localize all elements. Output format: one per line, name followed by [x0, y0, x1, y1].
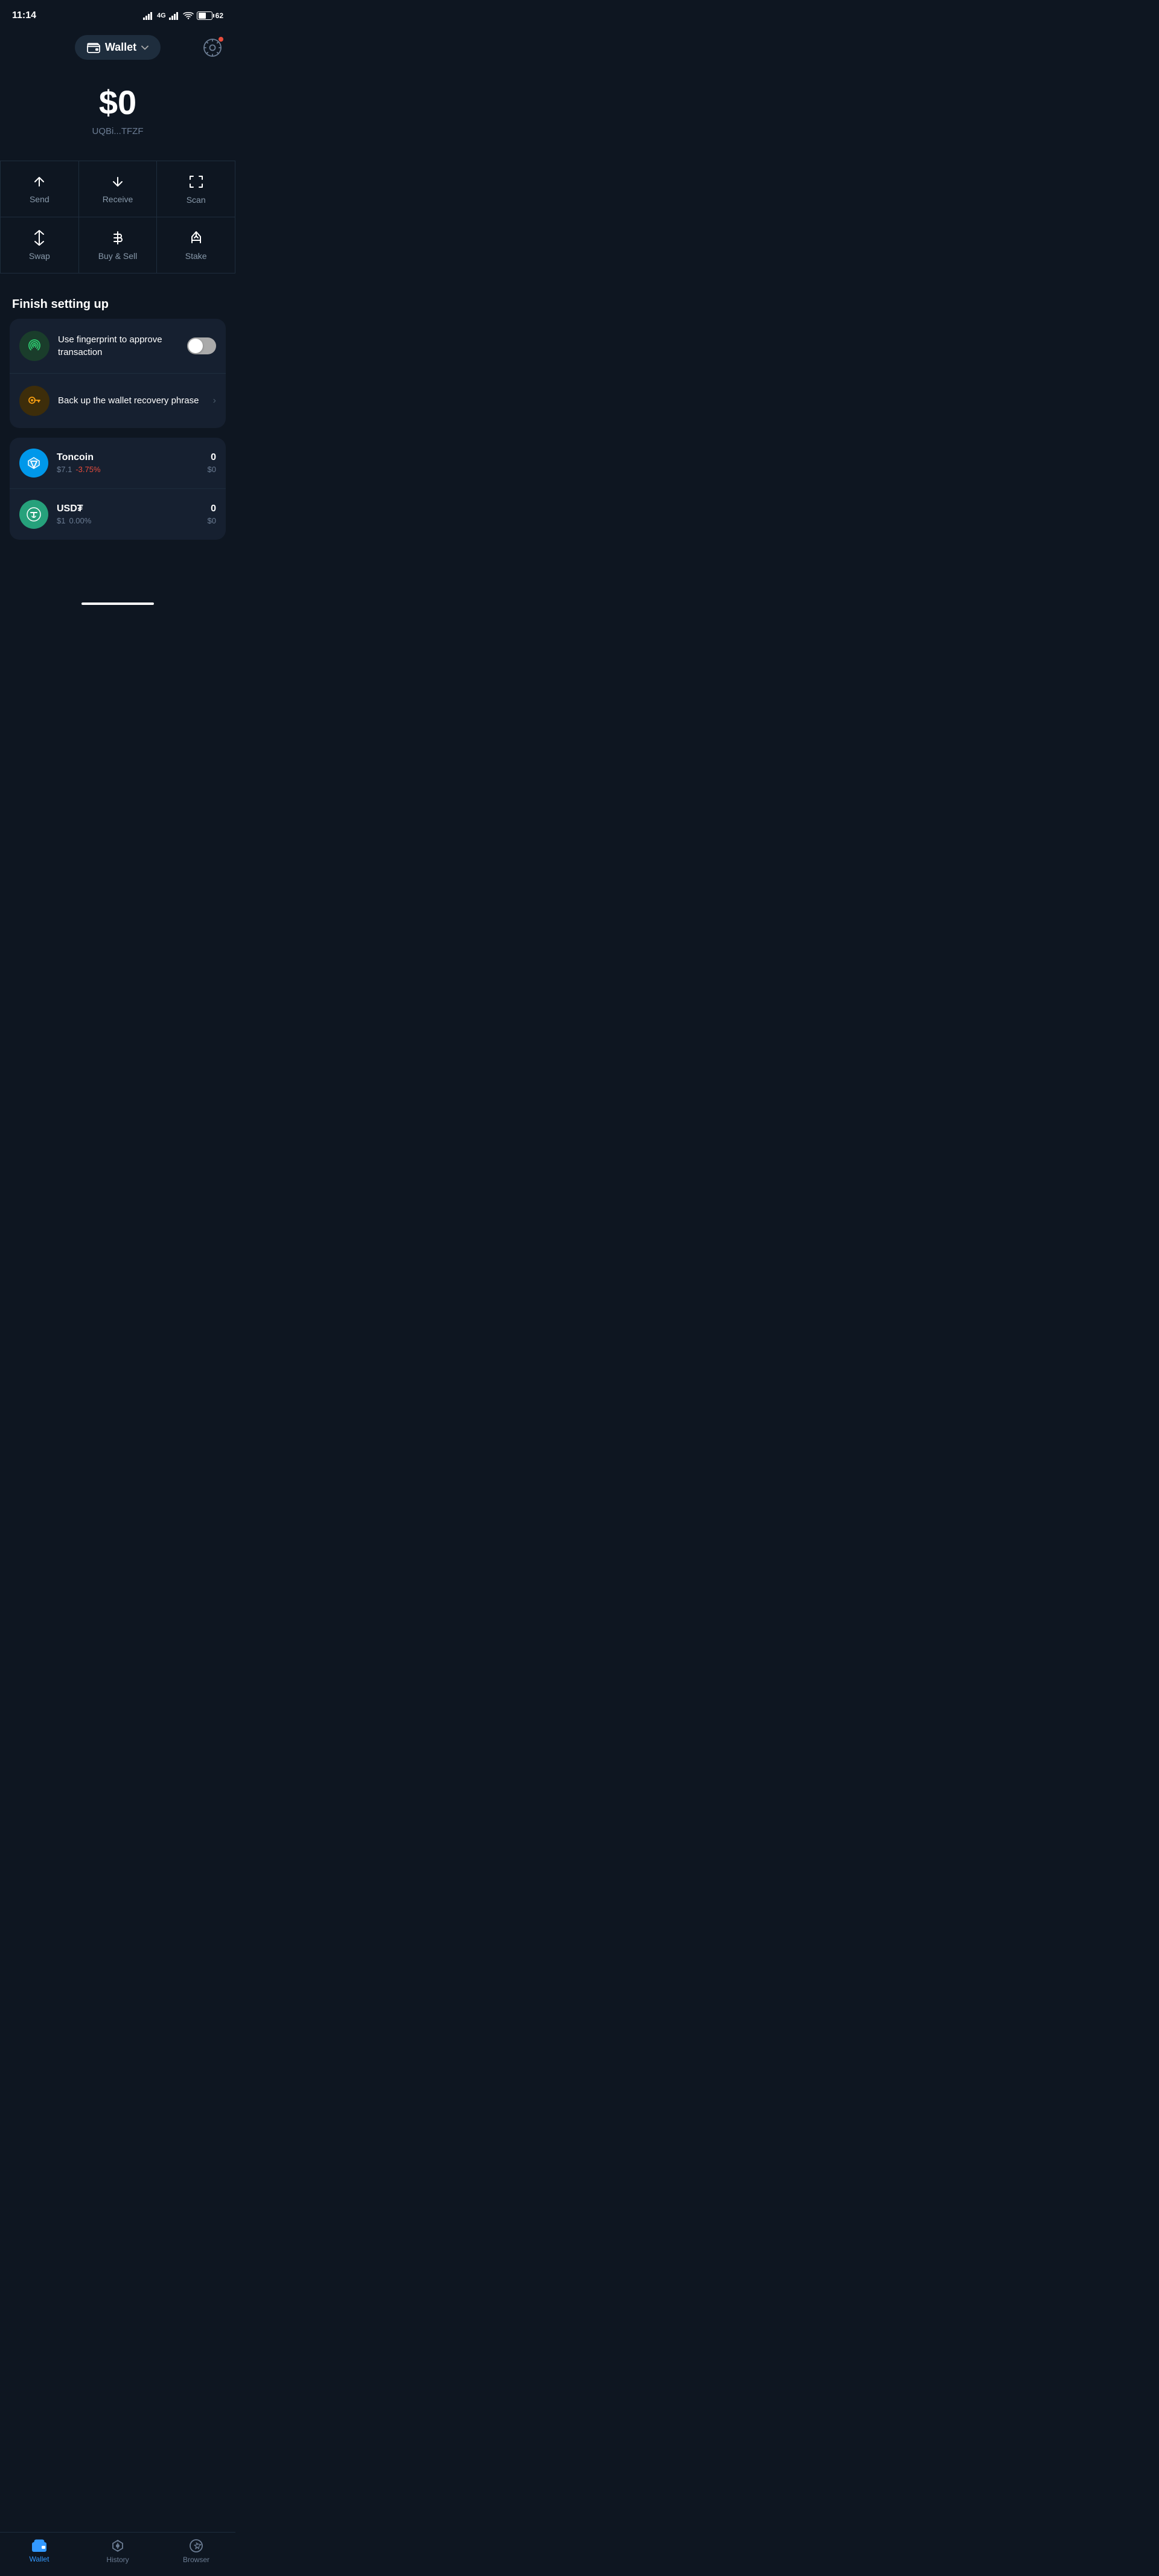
usdt-amount: 0: [208, 503, 216, 514]
wallet-address: UQBi...TFZF: [12, 126, 223, 136]
usdt-icon: [25, 506, 42, 523]
send-icon: [31, 174, 47, 190]
token-item-usdt[interactable]: USD₮ $1 0.00% 0 $0: [10, 489, 226, 540]
wallet-pill-icon: [87, 42, 100, 53]
chevron-down-icon: [141, 45, 148, 50]
nav-browser-label: Browser: [183, 2555, 209, 2564]
balance-section: $0 UQBi...TFZF: [0, 66, 235, 149]
status-time: 11:14: [12, 10, 36, 21]
battery-percent: 62: [216, 11, 223, 20]
balance-amount: $0: [12, 84, 223, 121]
receive-icon: [110, 174, 126, 190]
fingerprint-setup-item: Use fingerprint to approve transaction: [10, 319, 226, 374]
usdt-balance: 0 $0: [208, 503, 216, 525]
toncoin-price-row: $7.1 -3.75%: [57, 465, 199, 474]
stake-label: Stake: [185, 251, 207, 261]
wallet-selector[interactable]: Wallet: [75, 35, 161, 60]
usdt-price: $1: [57, 516, 65, 525]
scan-label: Scan: [187, 195, 206, 205]
toncoin-balance: 0 $0: [208, 452, 216, 474]
toncoin-icon: [25, 455, 42, 471]
swap-button[interactable]: Swap: [1, 217, 79, 273]
history-nav-icon: [110, 2539, 125, 2553]
header: Wallet: [0, 29, 235, 66]
bottom-nav-wrapper: Wallet History Browser: [0, 602, 235, 605]
send-button[interactable]: Send: [1, 161, 79, 217]
settings-notification-dot: [219, 37, 223, 42]
battery-icon: [197, 11, 212, 20]
usdt-logo: [19, 500, 48, 529]
nav-history[interactable]: History: [97, 2539, 139, 2564]
backup-setup-item[interactable]: Back up the wallet recovery phrase ›: [10, 374, 226, 428]
usdt-info: USD₮ $1 0.00%: [57, 503, 199, 525]
usdt-price-row: $1 0.00%: [57, 516, 199, 525]
key-icon: [25, 392, 43, 410]
buysell-label: Buy & Sell: [98, 251, 138, 261]
fingerprint-text: Use fingerprint to approve transaction: [58, 333, 179, 359]
scan-button[interactable]: Scan: [157, 161, 235, 217]
send-label: Send: [30, 194, 49, 204]
nav-browser[interactable]: Browser: [175, 2539, 217, 2564]
fingerprint-icon-wrapper: [19, 331, 49, 361]
wallet-pill-label: Wallet: [105, 41, 136, 54]
swap-icon: [31, 229, 48, 246]
network-label: 4G: [157, 12, 166, 19]
token-list: Toncoin $7.1 -3.75% 0 $0 USD₮ $1 0.00%: [10, 438, 226, 540]
token-item-toncoin[interactable]: Toncoin $7.1 -3.75% 0 $0: [10, 438, 226, 489]
toncoin-amount: 0: [208, 452, 216, 463]
setup-card: Use fingerprint to approve transaction B…: [10, 319, 226, 428]
usdt-change: 0.00%: [69, 516, 91, 525]
stake-icon: [188, 229, 205, 246]
usdt-value: $0: [208, 516, 216, 525]
status-bar: 11:14 4G 62: [0, 0, 235, 29]
receive-button[interactable]: Receive: [79, 161, 158, 217]
key-icon-wrapper: [19, 386, 49, 416]
receive-label: Receive: [103, 194, 133, 204]
fingerprint-icon: [25, 337, 43, 355]
fingerprint-toggle[interactable]: [187, 337, 216, 354]
bottom-nav: Wallet History Browser: [0, 2532, 235, 2576]
backup-text: Back up the wallet recovery phrase: [58, 394, 205, 407]
settings-icon-wrapper: [203, 38, 222, 57]
nav-wallet[interactable]: Wallet: [18, 2539, 60, 2563]
browser-nav-icon: [189, 2539, 203, 2553]
signal-icon-2: [169, 12, 180, 20]
settings-button[interactable]: [199, 34, 226, 61]
toncoin-logo: [19, 449, 48, 478]
backup-chevron-wrapper: ›: [213, 395, 216, 406]
wallet-nav-icon: [31, 2539, 47, 2552]
toncoin-price: $7.1: [57, 465, 72, 474]
stake-button[interactable]: Stake: [157, 217, 235, 273]
nav-wallet-label: Wallet: [30, 2555, 49, 2563]
buysell-icon: [109, 229, 126, 246]
toncoin-value: $0: [208, 465, 216, 474]
fingerprint-label: Use fingerprint to approve transaction: [58, 333, 179, 359]
toncoin-info: Toncoin $7.1 -3.75%: [57, 452, 199, 474]
swap-label: Swap: [29, 251, 50, 261]
toncoin-change: -3.75%: [75, 465, 100, 474]
usdt-name: USD₮: [57, 503, 199, 514]
buysell-button[interactable]: Buy & Sell: [79, 217, 158, 273]
nav-history-label: History: [106, 2555, 129, 2564]
wifi-icon: [183, 11, 194, 20]
chevron-right-icon: ›: [213, 395, 216, 406]
toncoin-name: Toncoin: [57, 452, 199, 463]
signal-icon: [143, 12, 154, 20]
backup-label: Back up the wallet recovery phrase: [58, 394, 205, 407]
toggle-knob: [188, 339, 203, 353]
scan-icon: [188, 173, 205, 190]
status-icons: 4G 62: [143, 11, 223, 20]
fingerprint-toggle-wrapper[interactable]: [187, 337, 216, 354]
actions-grid: Send Receive Scan Swap Buy & Sell: [0, 161, 235, 273]
setup-section-title: Finish setting up: [0, 286, 235, 319]
